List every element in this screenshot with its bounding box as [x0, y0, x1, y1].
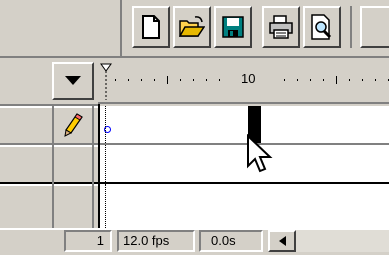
frame-rate-value: 12.0 fps	[123, 233, 170, 248]
playhead-line	[105, 145, 106, 182]
toolbar-left-panel	[0, 0, 122, 56]
toolbar-separator	[350, 6, 352, 48]
frame-row-active[interactable]	[98, 106, 389, 143]
toolbar-button-partial[interactable]	[360, 6, 389, 48]
print-preview-icon	[311, 14, 332, 40]
playhead-line	[105, 106, 106, 143]
scroll-left-button[interactable]	[268, 230, 296, 252]
open-folder-icon	[179, 16, 205, 37]
timeline-menu-button[interactable]	[52, 62, 94, 100]
frame-row-3[interactable]	[98, 184, 389, 228]
print-button[interactable]	[262, 6, 300, 48]
floppy-disk-icon	[222, 16, 244, 38]
frame-rate-field[interactable]: 12.0 fps	[117, 230, 195, 252]
new-file-button[interactable]	[132, 6, 170, 48]
frame-row-2[interactable]	[98, 145, 389, 182]
triangle-left-icon	[278, 236, 286, 246]
playhead-line	[105, 184, 106, 228]
save-file-button[interactable]	[214, 6, 252, 48]
open-file-button[interactable]	[173, 6, 211, 48]
current-frame-value: 1	[96, 233, 104, 248]
pencil-icon	[64, 113, 83, 137]
elapsed-time-value: 0.0s	[211, 233, 236, 248]
elapsed-time-field: 0.0s	[199, 230, 263, 252]
printer-icon	[269, 15, 293, 39]
layer-edit-cell[interactable]	[54, 107, 92, 143]
new-file-icon	[142, 15, 160, 39]
timeline-ruler[interactable]: 10	[98, 60, 389, 104]
horizontal-scrollbar-track[interactable]	[296, 230, 389, 252]
triangle-down-icon	[65, 76, 81, 85]
ruler-label-10: 10	[241, 71, 256, 86]
print-preview-button[interactable]	[303, 6, 341, 48]
current-frame-field: 1	[64, 230, 112, 252]
mouse-pointer-icon	[247, 134, 273, 173]
toolbar	[0, 0, 389, 58]
